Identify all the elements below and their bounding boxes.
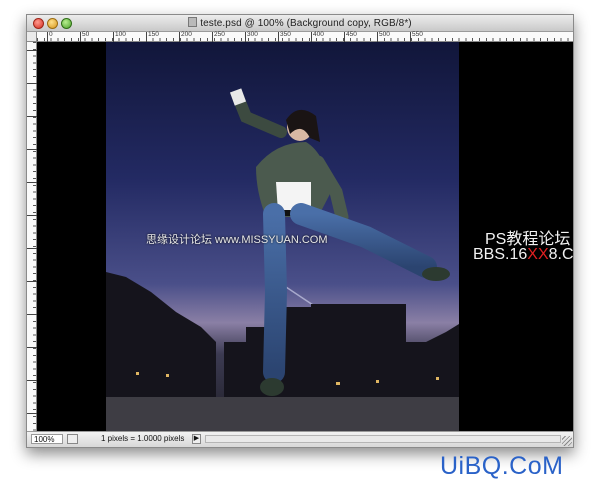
ruler-major-tick <box>377 32 378 42</box>
document-window: teste.psd @ 100% (Background copy, RGB/8… <box>26 14 574 448</box>
info-menu-arrow-icon[interactable]: ▶ <box>192 434 201 444</box>
ruler-major-tick <box>27 182 37 183</box>
ruler-major-tick <box>113 32 114 42</box>
ruler-major-tick <box>27 149 37 150</box>
watermark-bbs-prefix: BBS.16 <box>473 246 528 263</box>
ruler-major-tick <box>311 32 312 42</box>
ruler-label: 400 <box>313 31 324 38</box>
watermark-bbs-highlight: XX <box>527 246 549 263</box>
watermark-bbs-suffix: 8.COM <box>548 246 573 263</box>
vertical-ruler[interactable] <box>27 42 37 431</box>
ruler-label: 50 <box>82 31 90 38</box>
ruler-label: 100 <box>115 31 126 38</box>
ruler-label: 350 <box>280 31 291 38</box>
ruler-major-tick <box>47 32 48 42</box>
window-title-text: teste.psd @ 100% (Background copy, RGB/8… <box>200 18 412 29</box>
watermark-bbs-url: BBS.16XX8.COM <box>473 246 573 264</box>
document-icon <box>188 17 198 27</box>
horizontal-scrollbar[interactable] <box>205 435 561 443</box>
ruler-label: 150 <box>148 31 159 38</box>
title-bar[interactable]: teste.psd @ 100% (Background copy, RGB/8… <box>27 15 573 32</box>
zoom-level-field[interactable]: 100% <box>31 434 63 444</box>
ruler-label: 300 <box>247 31 258 38</box>
ruler-major-tick <box>27 413 37 414</box>
ruler-label: 550 <box>412 31 423 38</box>
ruler-major-tick <box>27 215 37 216</box>
ruler-major-tick <box>27 281 37 282</box>
ruler-label: 250 <box>214 31 225 38</box>
ruler-major-tick <box>410 32 411 42</box>
ruler-major-tick <box>146 32 147 42</box>
ruler-label: 0 <box>49 31 53 38</box>
status-bar: 100% 1 pixels = 1.0000 pixels ▶ <box>27 431 573 447</box>
ruler-major-tick <box>27 116 37 117</box>
horizontal-ruler[interactable]: 0 50 100 150 200 250 300 350 400 450 500 550 <box>37 31 573 42</box>
ruler-major-tick <box>245 32 246 42</box>
ruler-major-tick <box>179 32 180 42</box>
ruler-label: 500 <box>379 31 390 38</box>
ruler-major-tick <box>278 32 279 42</box>
ruler-major-tick <box>27 248 37 249</box>
window-title: teste.psd @ 100% (Background copy, RGB/8… <box>27 17 573 29</box>
ruler-major-tick <box>27 380 37 381</box>
status-preview-icon[interactable] <box>67 434 78 444</box>
ruler-origin[interactable] <box>27 32 37 42</box>
ruler-major-tick <box>27 50 37 51</box>
resize-grip-icon[interactable] <box>562 436 572 446</box>
ruler-major-tick <box>27 347 37 348</box>
image-canvas[interactable]: 思缘设计论坛 www.MISSYUAN.COM PS教程论坛 BBS.16XX8… <box>37 42 573 432</box>
ruler-major-tick <box>344 32 345 42</box>
ruler-major-tick <box>27 314 37 315</box>
ruler-label: 200 <box>181 31 192 38</box>
site-logo: UiBQ.CoM <box>440 452 564 480</box>
ruler-major-tick <box>212 32 213 42</box>
watermark-missyuan: 思缘设计论坛 www.MISSYUAN.COM <box>146 234 328 246</box>
document-info: 1 pixels = 1.0000 pixels <box>101 434 185 443</box>
ruler-label: 450 <box>346 31 357 38</box>
ruler-major-tick <box>27 83 37 84</box>
ruler-major-tick <box>80 32 81 42</box>
